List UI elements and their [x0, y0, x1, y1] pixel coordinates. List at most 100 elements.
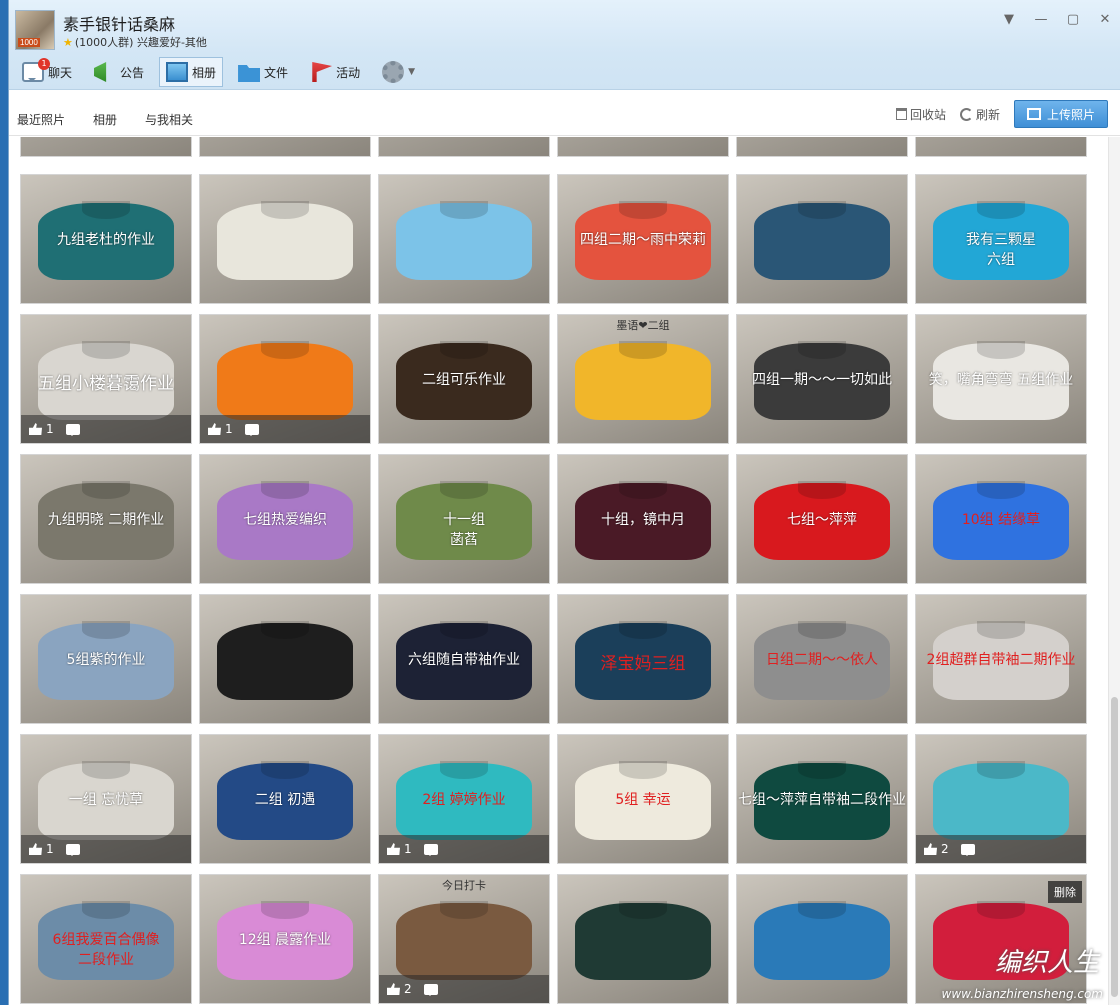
subtab-related-to-me[interactable]: 与我相关: [145, 111, 193, 128]
delete-photo-button[interactable]: 删除: [1048, 881, 1082, 903]
photo-tile[interactable]: 七组～萍萍: [736, 454, 908, 584]
refresh-button[interactable]: 刷新: [959, 106, 1000, 123]
thumbs-up-icon[interactable]: [924, 843, 937, 855]
group-category: (1000人群) 兴趣爱好-其他: [74, 36, 207, 49]
photo-caption: 泽宝妈三组: [600, 653, 686, 674]
photo-tile[interactable]: 日组二期～～依人: [736, 594, 908, 724]
photo-tile[interactable]: 5组 幸运: [557, 734, 729, 864]
like-bar: 1: [21, 835, 191, 863]
comment-icon[interactable]: [960, 843, 975, 856]
photo-tile[interactable]: 十一组 菡萏: [378, 454, 550, 584]
photo-tile[interactable]: 六组随自带袖作业: [378, 594, 550, 724]
photo-tile[interactable]: 二组 初遇: [199, 734, 371, 864]
photo-tile[interactable]: 一组 忘忧草 1: [20, 734, 192, 864]
photo-tile[interactable]: 九组明晓 二期作业: [20, 454, 192, 584]
photo-tile[interactable]: 四组一期～～一切如此: [736, 314, 908, 444]
sweater-neckline: [261, 620, 309, 639]
photo-tile[interactable]: [378, 137, 550, 157]
title-bar: 1000 素手银针话桑麻 ★ (1000人群) 兴趣爱好-其他 ▼ — ▢ ✕ 1…: [9, 0, 1120, 90]
photo-thumbnail: [200, 137, 370, 156]
photo-tile[interactable]: [736, 137, 908, 157]
photo-tile[interactable]: 七组热爱编织: [199, 454, 371, 584]
photo-tile[interactable]: 2组 婷婷作业 1: [378, 734, 550, 864]
photo-tile[interactable]: [736, 174, 908, 304]
group-toolbar: 1 聊天 公告 相册 文件 活动 ▼: [15, 56, 430, 88]
like-count: 1: [46, 842, 54, 856]
photo-tile[interactable]: 我有三颗星 六组: [915, 174, 1087, 304]
group-subtitle: ★ (1000人群) 兴趣爱好-其他: [63, 34, 207, 50]
subtab-recent-photos[interactable]: 最近照片: [17, 111, 65, 128]
thumbs-up-icon[interactable]: [29, 423, 42, 435]
photo-tile[interactable]: 二组可乐作业: [378, 314, 550, 444]
scrollbar-thumb[interactable]: [1111, 697, 1118, 997]
photo-tile[interactable]: 四组二期～雨中荣莉: [557, 174, 729, 304]
photo-caption: 七组～萍萍: [787, 511, 857, 528]
comment-icon[interactable]: [244, 423, 259, 436]
subtab-albums[interactable]: 相册: [93, 111, 117, 128]
thumbs-up-icon[interactable]: [387, 983, 400, 995]
photo-tile[interactable]: 泽宝妈三组: [557, 594, 729, 724]
comment-icon[interactable]: [423, 843, 438, 856]
group-name[interactable]: 素手银针话桑麻: [63, 11, 175, 35]
like-bar: 1: [379, 835, 549, 863]
tab-files[interactable]: 文件: [231, 57, 295, 87]
like-bar: 2: [379, 975, 549, 1003]
photo-caption: 一组 忘忧草: [68, 791, 144, 808]
sweater-neckline: [261, 340, 309, 359]
like-count: 2: [941, 842, 949, 856]
photo-tile[interactable]: [557, 874, 729, 1004]
folder-icon: [238, 65, 261, 82]
recycle-bin-button[interactable]: 回收站: [895, 106, 946, 123]
photo-tile[interactable]: [20, 137, 192, 157]
sweater-neckline: [798, 900, 846, 919]
photo-tile[interactable]: [915, 137, 1087, 157]
minimize-icon[interactable]: —: [1034, 12, 1048, 27]
group-avatar[interactable]: 1000: [15, 10, 55, 50]
photo-tile[interactable]: 12组 晨露作业: [199, 874, 371, 1004]
thumbs-up-icon[interactable]: [29, 843, 42, 855]
photo-tile[interactable]: 七组～萍萍自带袖二段作业: [736, 734, 908, 864]
tab-chat[interactable]: 1 聊天: [15, 57, 79, 87]
tab-notice[interactable]: 公告: [87, 57, 151, 87]
tab-activity[interactable]: 活动: [303, 57, 367, 87]
photo-tile[interactable]: 10组 结缘草: [915, 454, 1087, 584]
upload-picture-icon: [1026, 108, 1041, 120]
flag-icon: [312, 62, 333, 82]
comment-icon[interactable]: [65, 843, 80, 856]
photo-tile[interactable]: 十组，镜中月: [557, 454, 729, 584]
upload-photo-button[interactable]: 上传照片: [1013, 100, 1108, 128]
tab-album[interactable]: 相册: [159, 57, 224, 87]
photo-tile[interactable]: 五组小楼暮霭作业 1: [20, 314, 192, 444]
photo-thumbnail: [379, 175, 549, 303]
photo-tile[interactable]: [199, 594, 371, 724]
maximize-icon[interactable]: ▢: [1066, 12, 1080, 27]
photo-tile[interactable]: 今日打卡 2: [378, 874, 550, 1004]
photo-tile[interactable]: 2: [915, 734, 1087, 864]
comment-icon[interactable]: [423, 983, 438, 996]
dropdown-icon[interactable]: ▼: [1002, 12, 1016, 27]
photo-tile[interactable]: 九组老杜的作业: [20, 174, 192, 304]
photo-tile[interactable]: 2组超群自带袖二期作业: [915, 594, 1087, 724]
photo-grid-scrollbar[interactable]: [1108, 137, 1120, 1005]
thumbs-up-icon[interactable]: [387, 843, 400, 855]
photo-tile[interactable]: [199, 174, 371, 304]
photo-tile[interactable]: 墨语❤二组: [557, 314, 729, 444]
photo-tile[interactable]: 十组二期——静枝: [557, 137, 729, 157]
close-icon[interactable]: ✕: [1098, 12, 1112, 27]
photo-tile[interactable]: 笑，嘴角弯弯 五组作业: [915, 314, 1087, 444]
photo-tile[interactable]: [736, 874, 908, 1004]
watermark-url: www.bianzhirensheng.com: [941, 987, 1103, 1001]
photo-tile[interactable]: 6组我爱百合偶像 二段作业: [20, 874, 192, 1004]
sweater-neckline: [619, 620, 667, 639]
settings-menu[interactable]: ▼: [375, 57, 422, 87]
comment-icon[interactable]: [65, 423, 80, 436]
photo-tile[interactable]: 1: [199, 314, 371, 444]
tab-album-label: 相册: [192, 65, 217, 80]
photo-tile[interactable]: [378, 174, 550, 304]
photo-tile[interactable]: 5组紫的作业: [20, 594, 192, 724]
photo-caption: 十组，镜中月: [601, 511, 685, 528]
photo-tile[interactable]: [199, 137, 371, 157]
thumbs-up-icon[interactable]: [208, 423, 221, 435]
group-size-badge: 1000: [18, 38, 40, 47]
photo-tile[interactable]: 删除: [915, 874, 1087, 1004]
